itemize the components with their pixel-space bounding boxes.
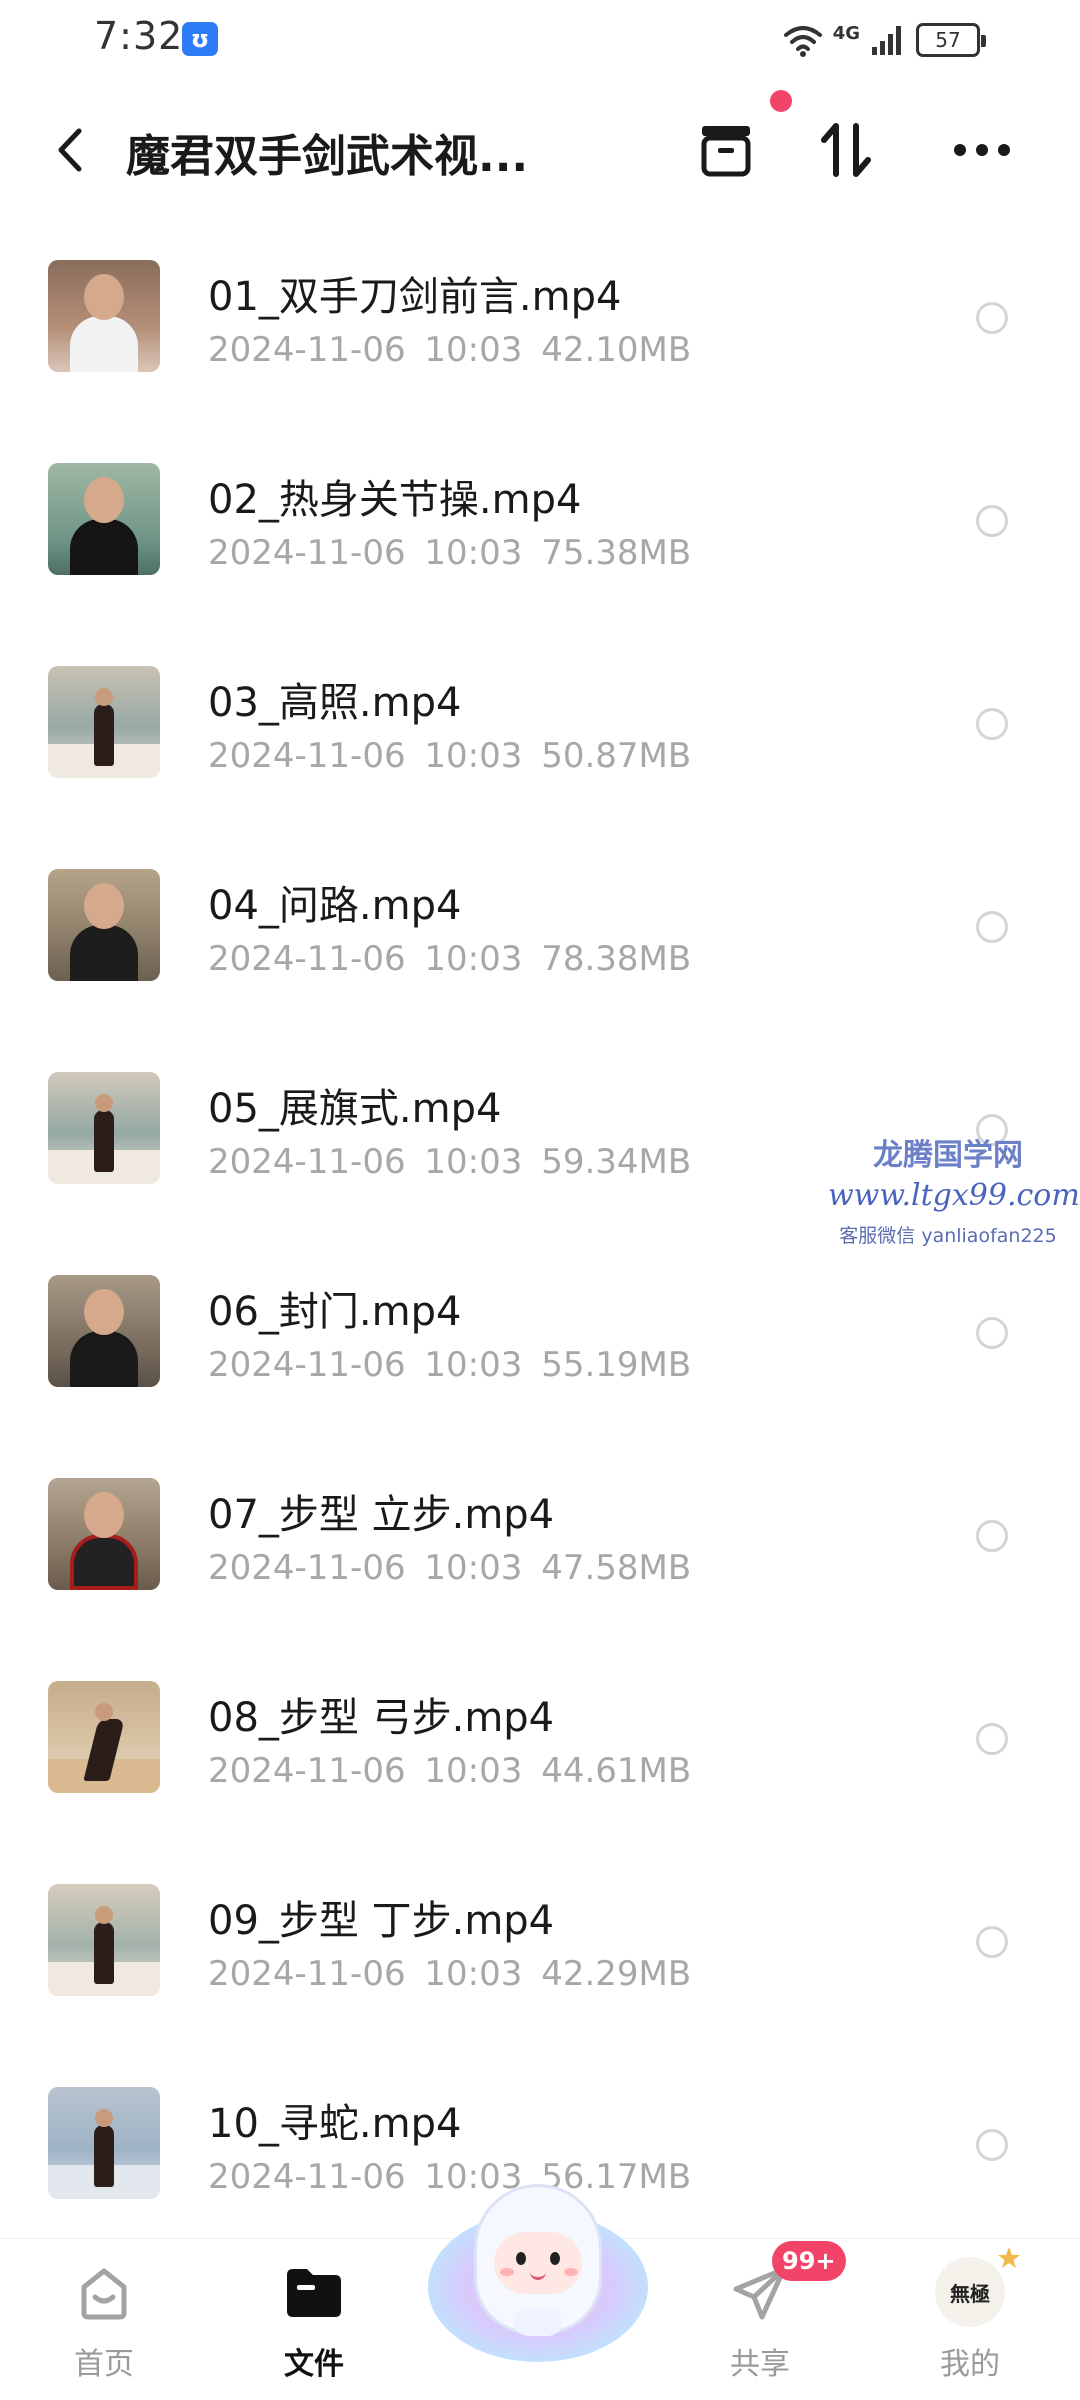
video-thumbnail: [48, 1072, 160, 1184]
select-radio[interactable]: [976, 505, 1008, 537]
video-thumbnail: [48, 1478, 160, 1590]
file-row[interactable]: 09_步型 丁步.mp4 2024-11-06 10:03 42.29MB: [0, 1846, 1080, 2049]
page-title: 魔君双手剑武术视...: [126, 131, 529, 182]
file-meta: 2024-11-06 10:03 42.10MB: [208, 330, 692, 370]
mascot-face: [494, 2232, 582, 2294]
file-name: 01_双手刀剑前言.mp4: [208, 274, 622, 320]
select-radio[interactable]: [976, 911, 1008, 943]
home-icon: [72, 2261, 136, 2325]
select-radio[interactable]: [976, 1520, 1008, 1552]
file-meta: 2024-11-06 10:03 50.87MB: [208, 736, 692, 776]
mascot-cheek: [564, 2268, 578, 2276]
archive-box-icon: [701, 126, 751, 177]
mascot-eye: [516, 2252, 526, 2265]
file-name: 05_展旗式.mp4: [208, 1086, 502, 1132]
nav-mine[interactable]: 無極 我的: [890, 2239, 1050, 2400]
header: 魔君双手剑武术视...: [0, 90, 1080, 210]
status-indicators: 4G 57: [783, 18, 986, 62]
star-icon: [998, 2247, 1020, 2268]
file-row[interactable]: 02_热身关节操.mp4 2024-11-06 10:03 75.38MB: [0, 425, 1080, 628]
video-thumbnail: [48, 1884, 160, 1996]
app-notification-icon: ʊ: [182, 22, 218, 56]
file-meta: 2024-11-06 10:03 78.38MB: [208, 939, 692, 979]
select-radio[interactable]: [976, 708, 1008, 740]
file-meta: 2024-11-06 10:03 42.29MB: [208, 1954, 692, 1994]
file-name: 08_步型 弓步.mp4: [208, 1695, 555, 1741]
chevron-left-icon: [58, 128, 82, 172]
file-meta: 2024-11-06 10:03 55.19MB: [208, 1345, 692, 1385]
nav-home-label: 首页: [74, 2347, 134, 2382]
watermark-contact: 客服微信 yanliaofan225: [839, 1225, 1057, 1247]
nav-share[interactable]: 99+ 共享: [680, 2239, 846, 2400]
select-radio[interactable]: [976, 302, 1008, 334]
file-name: 04_问路.mp4: [208, 883, 462, 929]
sort-arrows-icon: [821, 123, 871, 177]
mascot-cheek: [500, 2268, 514, 2276]
notification-dot: [770, 90, 792, 112]
back-button[interactable]: [40, 112, 100, 188]
status-time: 7:32: [94, 14, 184, 58]
video-thumbnail: [48, 666, 160, 778]
file-name: 07_步型 立步.mp4: [208, 1492, 555, 1538]
file-name: 10_寻蛇.mp4: [208, 2101, 462, 2147]
select-radio[interactable]: [976, 1317, 1008, 1349]
status-bar: 7:32 ʊ 4G 57: [0, 0, 1080, 80]
file-row[interactable]: 08_步型 弓步.mp4 2024-11-06 10:03 44.61MB: [0, 1643, 1080, 1846]
more-options-button[interactable]: [944, 112, 1020, 188]
watermark: 龙腾国学网 www.ltgx99.com 客服微信 yanliaofan225: [828, 1130, 1080, 1248]
file-name: 02_热身关节操.mp4: [208, 477, 582, 523]
avatar: 無極: [935, 2257, 1005, 2327]
video-thumbnail: [48, 463, 160, 575]
nav-share-label: 共享: [730, 2347, 790, 2382]
wifi-icon: [783, 26, 822, 57]
nav-files-label: 文件: [284, 2347, 344, 2382]
mascot-eye: [550, 2252, 560, 2265]
select-radio[interactable]: [976, 1723, 1008, 1755]
ai-assistant-mascot-button[interactable]: [428, 2170, 648, 2380]
video-thumbnail: [48, 2087, 160, 2199]
file-meta: 2024-11-06 10:03 47.58MB: [208, 1548, 692, 1588]
video-thumbnail: [48, 1681, 160, 1793]
file-row[interactable]: 07_步型 立步.mp4 2024-11-06 10:03 47.58MB: [0, 1440, 1080, 1643]
file-row[interactable]: 01_双手刀剑前言.mp4 2024-11-06 10:03 42.10MB: [0, 222, 1080, 425]
file-name: 09_步型 丁步.mp4: [208, 1898, 555, 1944]
select-radio[interactable]: [976, 1926, 1008, 1958]
video-thumbnail: [48, 260, 160, 372]
network-type-label: 4G: [832, 22, 860, 44]
sort-button[interactable]: [808, 112, 884, 188]
file-row[interactable]: 06_封门.mp4 2024-11-06 10:03 55.19MB: [0, 1237, 1080, 1440]
file-meta: 2024-11-06 10:03 44.61MB: [208, 1751, 692, 1791]
select-radio[interactable]: [976, 2129, 1008, 2161]
file-meta: 2024-11-06 10:03 75.38MB: [208, 533, 692, 573]
battery-icon: 57: [916, 23, 986, 57]
nav-mine-label: 我的: [940, 2347, 1000, 2382]
folder-icon: [282, 2261, 346, 2325]
file-name: 06_封门.mp4: [208, 1289, 462, 1335]
transfer-box-button[interactable]: [688, 112, 764, 188]
watermark-url: www.ltgx99.com: [828, 1178, 1080, 1213]
nav-home[interactable]: 首页: [24, 2239, 184, 2400]
nav-files[interactable]: 文件: [234, 2239, 394, 2400]
file-meta: 2024-11-06 10:03 59.34MB: [208, 1142, 692, 1182]
file-name: 03_高照.mp4: [208, 680, 462, 726]
avatar-text: 無極: [950, 2281, 990, 2306]
more-dots-icon: [954, 144, 1010, 156]
signal-icon: [872, 26, 901, 55]
video-thumbnail: [48, 869, 160, 981]
battery-level: 57: [935, 28, 961, 52]
file-row[interactable]: 03_高照.mp4 2024-11-06 10:03 50.87MB: [0, 628, 1080, 831]
mascot-base: [514, 2308, 562, 2336]
file-row[interactable]: 04_问路.mp4 2024-11-06 10:03 78.38MB: [0, 831, 1080, 1034]
share-badge: 99+: [772, 2241, 846, 2281]
watermark-site-name: 龙腾国学网: [873, 1138, 1023, 1173]
video-thumbnail: [48, 1275, 160, 1387]
